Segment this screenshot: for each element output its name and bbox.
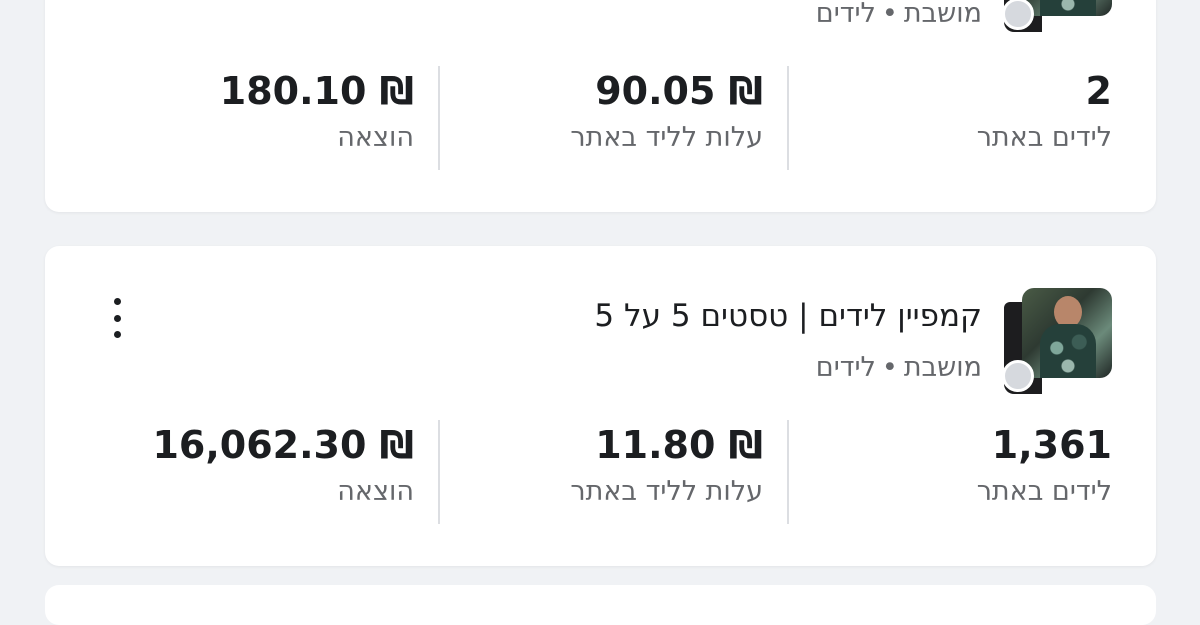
metric-label: עלות לליד באתר xyxy=(570,476,763,507)
metric-divider xyxy=(438,66,440,170)
campaign-card[interactable]: מושבת•לידים 2 לידים באתר ₪ 90.05 עלות לל… xyxy=(45,0,1156,212)
metric-value: 1,361 xyxy=(991,423,1112,467)
metrics-row: 1,361 לידים באתר ₪ 11.80 עלות לליד באתר … xyxy=(45,420,1156,524)
metric-label: לידים באתר xyxy=(976,122,1112,153)
metric-label: עלות לליד באתר xyxy=(570,122,763,153)
metric-divider xyxy=(438,420,440,524)
metric-value: ₪ 90.05 xyxy=(595,69,763,113)
metric-label: הוצאה xyxy=(337,122,414,153)
metric-value: 2 xyxy=(1085,69,1112,113)
campaign-card[interactable]: קמפיין לידים | טסטים 5 על 5 מושבת• לידים … xyxy=(45,246,1156,566)
metric-value: ₪ 180.10 xyxy=(219,69,414,113)
metric-cost-per-lead: ₪ 11.80 עלות לליד באתר xyxy=(570,420,763,524)
metric-spend: ₪ 16,062.30 הוצאה xyxy=(152,420,414,524)
campaign-subtitle: מושבת•לידים xyxy=(816,352,982,383)
next-campaign-card-edge xyxy=(45,585,1156,625)
campaign-status: מושבת xyxy=(903,0,982,29)
metric-spend: ₪ 180.10 הוצאה xyxy=(220,66,414,170)
metric-leads: 2 לידים באתר xyxy=(977,66,1112,170)
metric-label: לידים באתר xyxy=(976,476,1112,507)
metric-leads: 1,361 לידים באתר xyxy=(977,420,1112,524)
status-dot-icon xyxy=(1002,360,1034,392)
metric-value: ₪ 11.80 xyxy=(595,423,763,467)
campaign-thumbnail xyxy=(1002,288,1112,396)
campaign-type: לידים xyxy=(815,352,876,383)
metric-value: ₪ 16,062.30 xyxy=(152,423,414,467)
metric-divider xyxy=(787,420,789,524)
metrics-row: 2 לידים באתר ₪ 90.05 עלות לליד באתר ₪ 18… xyxy=(45,66,1156,170)
campaign-title[interactable]: קמפיין לידים | טסטים 5 על 5 xyxy=(594,298,982,334)
bullet-separator: • xyxy=(881,0,898,29)
campaign-status: מושבת xyxy=(903,352,982,383)
campaign-subtitle: מושבת•לידים xyxy=(816,0,982,29)
metric-cost-per-lead: ₪ 90.05 עלות לליד באתר xyxy=(570,66,763,170)
campaign-type: לידים xyxy=(815,0,876,29)
campaign-thumbnail xyxy=(1002,0,1112,34)
more-options-icon[interactable] xyxy=(103,298,131,338)
metric-label: הוצאה xyxy=(337,476,414,507)
metric-divider xyxy=(787,66,789,170)
bullet-separator: • xyxy=(881,352,898,383)
